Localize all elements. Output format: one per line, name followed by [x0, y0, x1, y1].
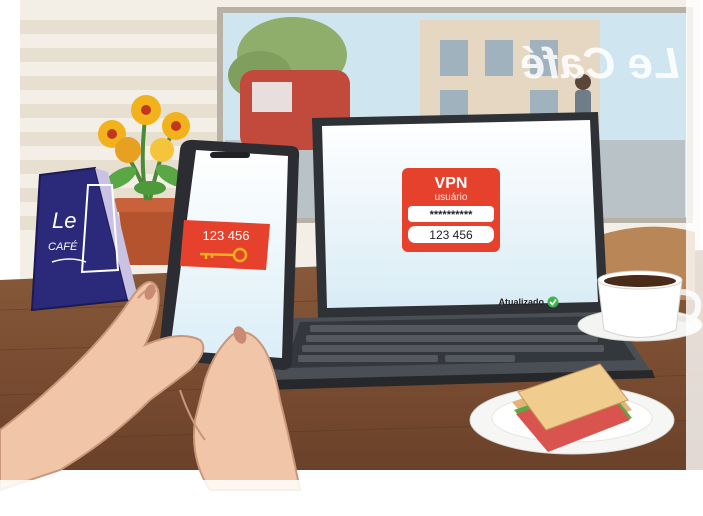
- svg-text:Le Café: Le Café: [521, 39, 680, 88]
- vpn-title: VPN: [435, 175, 468, 192]
- sign-title: Le: [52, 208, 76, 233]
- status-text: Atualizado: [498, 297, 544, 307]
- phone-code-card: 123 456: [180, 220, 270, 270]
- vpn-login-card: VPN usuário ********** 123 456: [402, 168, 500, 252]
- sign-subtitle: CAFÉ: [48, 240, 78, 253]
- password-mask: **********: [430, 209, 474, 221]
- laptop: VPN usuário ********** 123 456 Atualizad…: [266, 112, 655, 390]
- laptop-code: 123 456: [429, 228, 473, 242]
- check-circle-icon: [547, 296, 559, 308]
- illustration-scene: Le Café Le CAFÉ VPN usuário ********** 1…: [0, 0, 703, 516]
- phone-code: 123 456: [203, 228, 250, 243]
- vpn-subtitle: usuário: [435, 192, 468, 203]
